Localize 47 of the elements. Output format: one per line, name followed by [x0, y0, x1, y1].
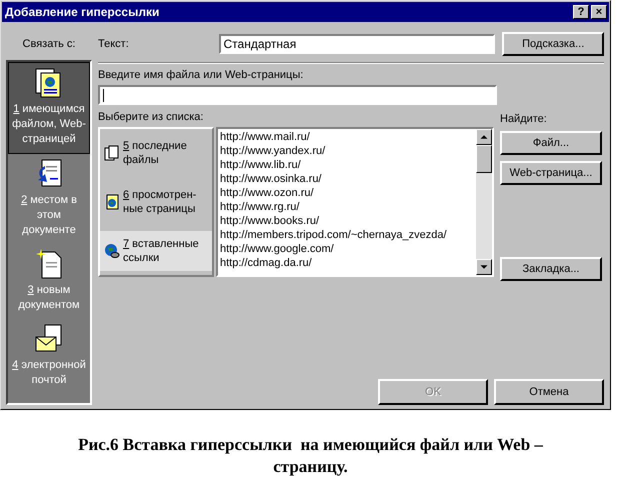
category-item[interactable]: 6 просмотрен-ные страницы: [100, 182, 212, 222]
place-label: 4 электронной почтой: [11, 358, 87, 388]
place-item[interactable]: 1 имеющимся файлом, Web-страницей: [8, 62, 90, 154]
scroll-down-button[interactable]: [476, 259, 492, 275]
place-label: 2 местом в этом документе: [20, 193, 78, 238]
scroll-thumb[interactable]: [476, 145, 492, 173]
category-label: 7 вставленные ссылки: [123, 236, 200, 265]
url-item[interactable]: http://www.osinka.ru/: [220, 172, 474, 186]
place-label: 1 имеющимся файлом, Web-страницей: [11, 102, 87, 147]
url-item[interactable]: http://www.yandex.ru/: [220, 144, 474, 158]
place-item[interactable]: 2 местом в этом документе: [8, 154, 90, 244]
url-item[interactable]: http://members.tripod.com/~chernaya_zvezda/: [220, 228, 474, 242]
globe-link-icon: [104, 242, 120, 259]
document-globe-icon: [104, 194, 120, 210]
url-item[interactable]: http://cdmag.da.ru/: [220, 256, 474, 270]
find-label: Найдите:: [500, 113, 548, 125]
url-item[interactable]: http://www.books.ru/: [220, 214, 474, 228]
place-item[interactable]: 4 электронной почтой: [8, 319, 90, 394]
text-field[interactable]: Стандартная: [218, 34, 496, 54]
close-button[interactable]: ×: [591, 5, 607, 19]
url-item[interactable]: http://www.ozon.ru/: [220, 186, 474, 200]
place-item[interactable]: 3 новым документом: [8, 244, 90, 319]
category-label: 6 просмотрен-ные страницы: [123, 188, 198, 216]
url-item[interactable]: http://www.rg.ru/: [220, 200, 474, 214]
address-label: Введите имя файла или Web-страницы:: [98, 69, 304, 81]
text-label: Текст:: [98, 38, 130, 50]
find-button[interactable]: Web-страница...: [500, 161, 602, 185]
dialog-button[interactable]: Отмена: [494, 379, 604, 405]
hint-button[interactable]: Подсказка...: [502, 32, 604, 56]
link-to-label: Связать с:: [22, 38, 76, 50]
help-button[interactable]: ?: [573, 5, 589, 19]
choose-label: Выберите из списка:: [98, 111, 204, 123]
category-label: 5 последние файлы: [123, 139, 188, 168]
url-item[interactable]: http://www.google.com/: [220, 242, 474, 256]
url-item[interactable]: http://www.lib.ru/: [220, 158, 474, 172]
category-item[interactable]: 5 последние файлы: [100, 133, 212, 174]
documents-icon: [104, 145, 120, 162]
figure-caption: Рис.6 Вставка гиперссылки на имеющийся файл или Web – страницу.: [77, 434, 544, 478]
url-item[interactable]: http://www.mail.ru/: [220, 130, 474, 144]
place-label: 3 новым документом: [17, 283, 81, 313]
window-title: Добавление гиперссылки: [5, 5, 160, 19]
find-button[interactable]: Файл...: [500, 131, 602, 155]
address-field[interactable]: [98, 85, 497, 105]
scrollbar[interactable]: [476, 129, 492, 275]
scroll-up-button[interactable]: [476, 129, 492, 145]
bookmark-button[interactable]: Закладка...: [500, 257, 602, 281]
category-item[interactable]: 7 вставленные ссылки: [100, 230, 212, 271]
